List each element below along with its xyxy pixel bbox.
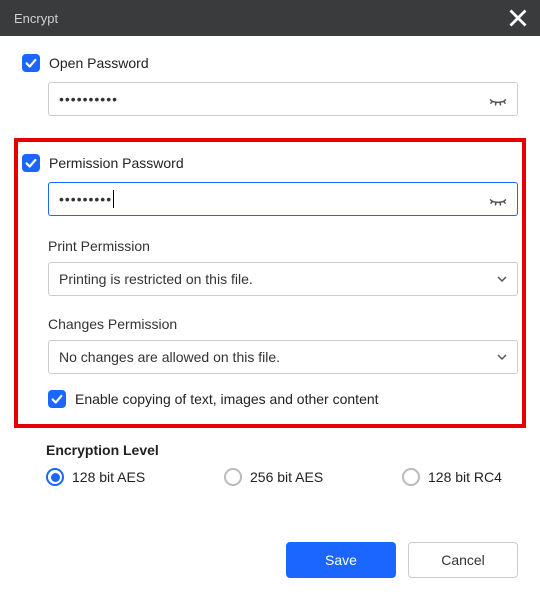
permission-password-input[interactable]: ••••••••• [48, 182, 518, 216]
changes-permission-selected: No changes are allowed on this file. [59, 349, 280, 365]
check-icon [24, 56, 38, 70]
print-permission-label: Print Permission [48, 238, 518, 254]
encryption-level-title: Encryption Level [46, 442, 518, 458]
cancel-button[interactable]: Cancel [408, 542, 518, 578]
print-permission-field: Printing is restricted on this file. [48, 262, 518, 296]
open-password-input[interactable]: •••••••••• [48, 82, 518, 116]
radio-label: 256 bit AES [250, 469, 323, 485]
radio-icon [224, 468, 242, 486]
titlebar-title: Encrypt [14, 11, 58, 26]
radio-icon [46, 468, 64, 486]
chevron-down-icon [496, 273, 508, 285]
permission-password-checkbox-row: Permission Password [22, 154, 518, 172]
open-password-checkbox-row: Open Password [22, 54, 518, 72]
radio-label: 128 bit RC4 [428, 469, 502, 485]
radio-icon [402, 468, 420, 486]
titlebar: Encrypt [0, 0, 540, 36]
permission-password-label: Permission Password [49, 155, 184, 171]
encryption-option-256-aes[interactable]: 256 bit AES [224, 468, 402, 486]
enable-copy-row: Enable copying of text, images and other… [48, 390, 518, 408]
open-password-checkbox[interactable] [22, 54, 40, 72]
save-button[interactable]: Save [286, 542, 396, 578]
close-button[interactable] [506, 6, 530, 30]
encryption-level-section: Encryption Level 128 bit AES 256 bit AES… [22, 442, 518, 486]
print-permission-selected: Printing is restricted on this file. [59, 271, 253, 287]
changes-permission-field: No changes are allowed on this file. [48, 340, 518, 374]
dialog-footer: Save Cancel [286, 542, 518, 578]
permission-password-toggle-visibility[interactable] [488, 189, 508, 209]
permission-highlight-box: Permission Password ••••••••• Print Perm… [14, 138, 526, 428]
print-permission-select[interactable]: Printing is restricted on this file. [48, 262, 518, 296]
text-caret [113, 190, 114, 208]
chevron-down-icon [496, 351, 508, 363]
eye-closed-icon [488, 89, 508, 109]
eye-closed-icon [488, 189, 508, 209]
permission-password-field: ••••••••• [48, 182, 518, 216]
permission-password-value: ••••••••• [59, 191, 112, 207]
open-password-value: •••••••••• [59, 91, 118, 107]
encryption-option-128-aes[interactable]: 128 bit AES [46, 468, 224, 486]
changes-permission-label: Changes Permission [48, 316, 518, 332]
open-password-field: •••••••••• [48, 82, 518, 116]
enable-copy-checkbox[interactable] [48, 390, 66, 408]
changes-permission-select[interactable]: No changes are allowed on this file. [48, 340, 518, 374]
dialog-content: Open Password •••••••••• Permission Pass… [0, 36, 540, 486]
permission-password-checkbox[interactable] [22, 154, 40, 172]
enable-copy-label: Enable copying of text, images and other… [75, 391, 379, 407]
encryption-option-128-rc4[interactable]: 128 bit RC4 [402, 468, 502, 486]
open-password-toggle-visibility[interactable] [488, 89, 508, 109]
close-icon [506, 6, 530, 30]
check-icon [24, 156, 38, 170]
encryption-level-radiogroup: 128 bit AES 256 bit AES 128 bit RC4 [46, 468, 518, 486]
check-icon [50, 392, 64, 406]
open-password-label: Open Password [49, 55, 149, 71]
radio-label: 128 bit AES [72, 469, 145, 485]
